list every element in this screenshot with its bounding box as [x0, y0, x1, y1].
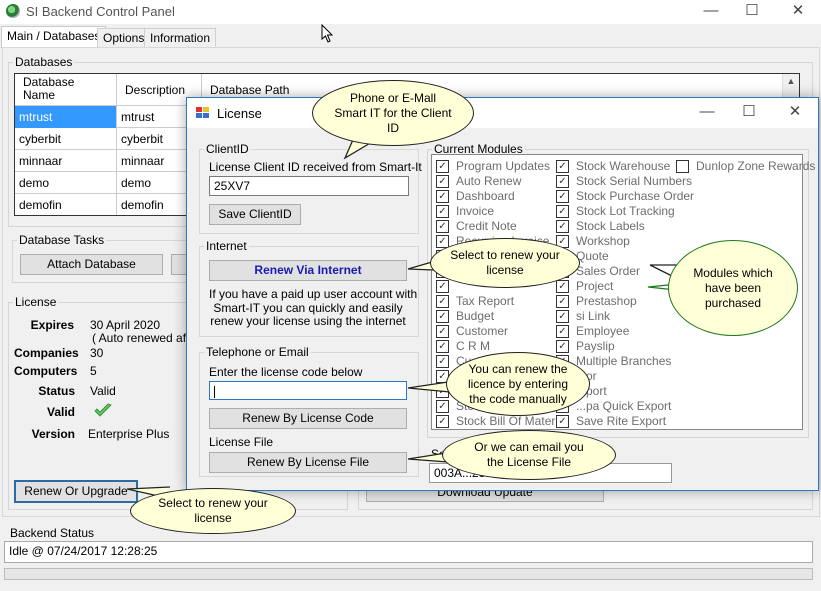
callout-client-id: Phone or E-Mall Smart IT for the Client … — [312, 80, 474, 146]
callout-renew-internet: Select to renew your license — [430, 238, 580, 288]
callout-renew-upgrade: Select to renew your license — [130, 488, 296, 534]
callout-modules-purchased: Modules which have been purchased — [668, 240, 798, 336]
callout-renew-code: You can renew the licence by entering th… — [446, 352, 590, 416]
callout-license-file: Or we can email you the License File — [442, 430, 616, 480]
